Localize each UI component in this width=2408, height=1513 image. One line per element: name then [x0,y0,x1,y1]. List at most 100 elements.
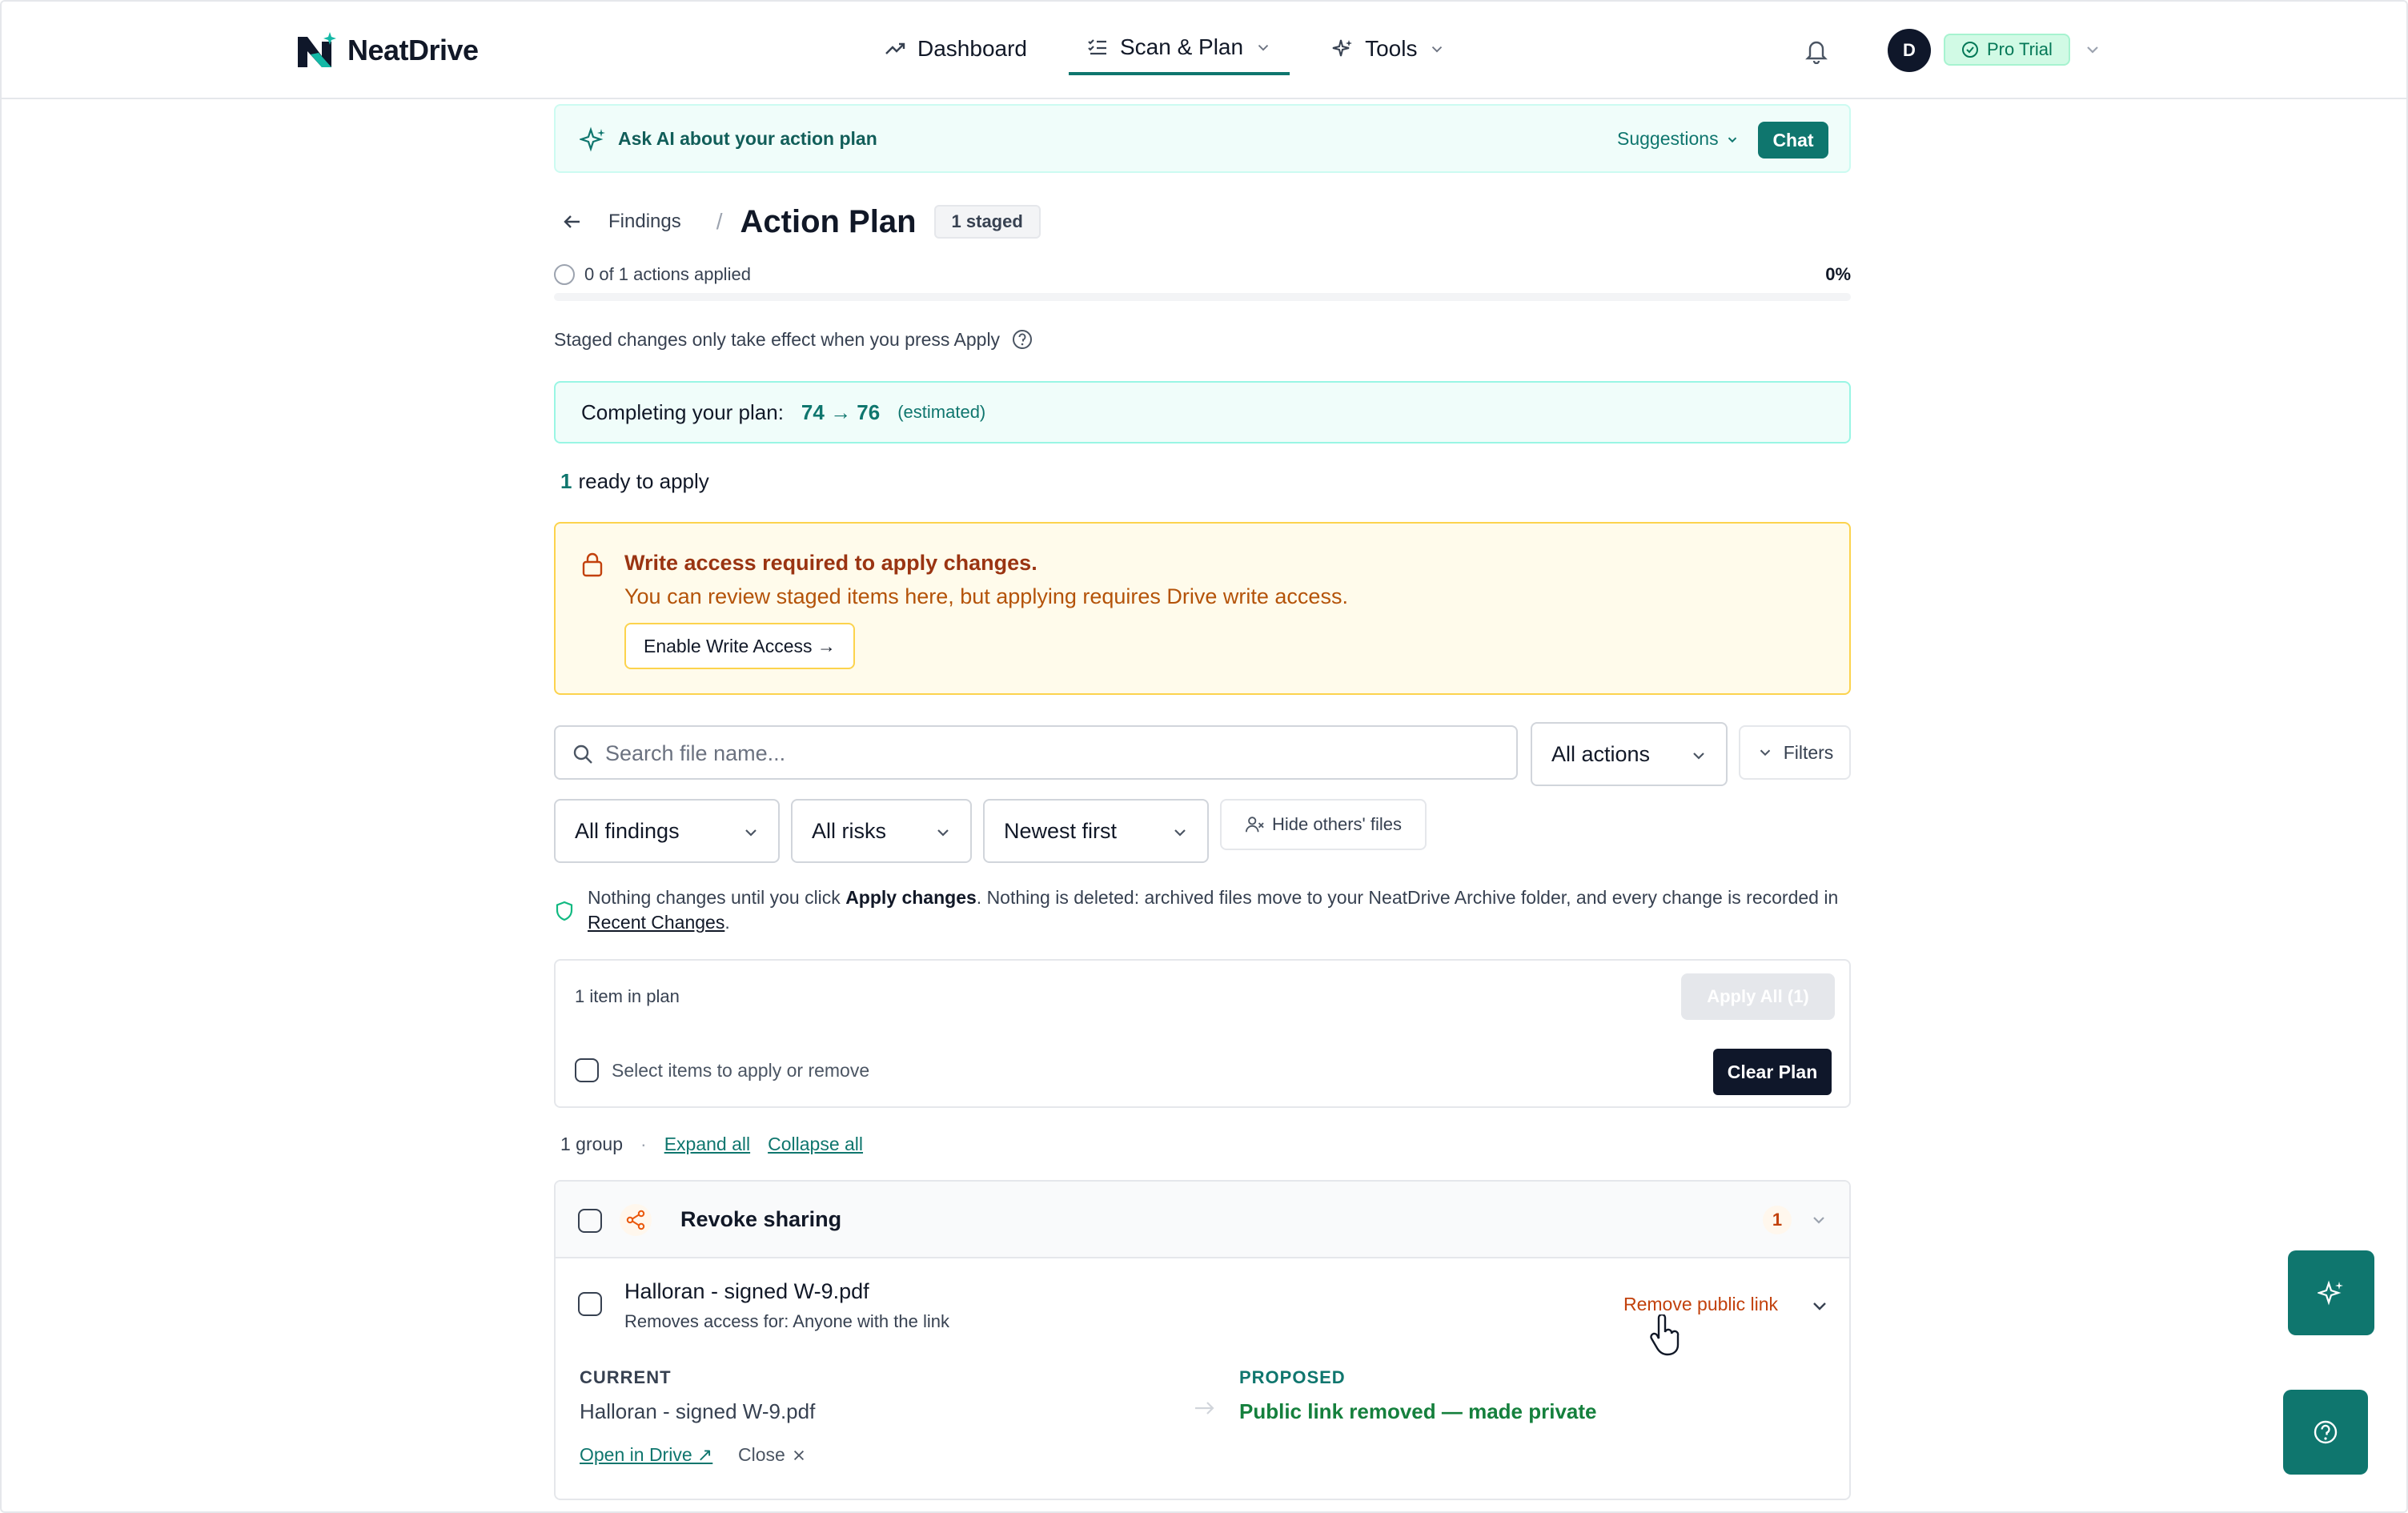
account-chevron-down-icon[interactable] [2083,40,2102,59]
findings-select-value: All findings [575,818,680,843]
enable-write-access-button[interactable]: Enable Write Access → [624,623,855,669]
item-description: Removes access for: Anyone with the link [624,1311,949,1331]
hide-others-label: Hide others' files [1272,814,1402,834]
findings-select[interactable]: All findings [554,799,780,863]
expand-all-link[interactable]: Expand all [664,1134,750,1155]
filters-label: Filters [1783,741,1834,763]
lock-icon [582,552,603,577]
ask-ai-label[interactable]: Ask AI about your action plan [618,128,877,150]
arrow-left-icon[interactable] [560,210,584,234]
recent-changes-link[interactable]: Recent Changes [588,912,724,933]
user-x-icon [1245,817,1264,833]
sort-select[interactable]: Newest first [983,799,1209,863]
shield-icon [556,901,573,921]
progress-percent: 0% [1825,264,1851,284]
hide-others-files-button[interactable]: Hide others' files [1220,799,1427,850]
ready-count: 1 [560,469,572,493]
filters-button[interactable]: Filters [1739,725,1851,780]
progress-circle-icon [554,264,575,285]
staged-note-text: Staged changes only take effect when you… [554,328,1001,350]
separator-dot: · [640,1134,647,1154]
actions-select-value: All actions [1551,741,1651,766]
warning-body: You can review staged items here, but ap… [624,584,1348,608]
chat-button[interactable]: Chat [1758,122,1828,159]
staged-note: Staged changes only take effect when you… [554,328,1033,351]
arrow-right-icon [1195,1402,1214,1415]
score-projection-note: (estimated) [897,402,986,422]
suggestions-label: Suggestions [1617,128,1719,149]
group-checkbox[interactable] [578,1209,602,1233]
remove-public-link-action[interactable]: Remove public link [1623,1294,1778,1315]
pro-trial-label: Pro Trial [1987,39,2053,59]
search-box [554,725,1518,780]
ready-to-apply: 1 ready to apply [560,469,709,494]
search-input[interactable] [605,733,1502,773]
warning-title: Write access required to apply changes. [624,551,1037,575]
select-all-checkbox[interactable] [575,1058,599,1082]
current-header: CURRENT [580,1367,672,1387]
plan-toolbar: 1 item in plan Apply All (1) Select item… [554,959,1851,1108]
groups-controls: 1 group · Expand all Collapse all [560,1134,863,1155]
select-items-label: Select items to apply or remove [612,1060,870,1081]
chevron-down-icon [1258,44,1269,51]
ready-label: ready to apply [578,469,709,493]
safety-info-part3: . [724,912,730,933]
search-icon [573,744,592,764]
neatdrive-logo-icon [298,32,336,67]
group-count-badge: 1 [1763,1206,1792,1234]
plan-item-count: 1 item in plan [575,986,680,1006]
close-icon [793,1450,804,1460]
risks-select-value: All risks [812,818,886,843]
group-header[interactable]: Revoke sharing 1 [556,1182,1849,1258]
chevron-down-icon [745,829,757,837]
safety-info-bold: Apply changes [845,887,977,908]
write-access-warning: Write access required to apply changes. … [554,522,1851,695]
pro-trial-badge[interactable]: Pro Trial [1944,34,2070,66]
chevron-down-icon [1693,752,1704,760]
score-projection-label: Completing your plan: [581,399,784,424]
close-label: Close [738,1444,785,1465]
breadcrumb-separator: / [716,209,723,234]
actions-select[interactable]: All actions [1531,722,1728,786]
apply-all-button[interactable]: Apply All (1) [1681,973,1835,1020]
nav-dashboard[interactable]: Dashboard [866,22,1045,75]
safety-info-text: Nothing changes until you click Apply ch… [588,885,1844,935]
suggestions-dropdown[interactable]: Suggestions [1617,128,1740,150]
hand-pointer-cursor-icon [1650,1314,1680,1356]
app-window: NeatDrive Dashboard Scan & Plan Tools D … [0,0,2408,1513]
notifications-bell-icon[interactable] [1803,37,1830,64]
brand-logo[interactable]: NeatDrive [295,30,479,70]
help-fab[interactable] [2283,1390,2368,1475]
safety-info-part1: Nothing changes until you click [588,887,846,908]
group-title: Revoke sharing [680,1207,842,1231]
current-value: Halloran - signed W-9.pdf [580,1399,816,1423]
check-circle-icon [1962,42,1978,58]
breadcrumb-findings-link[interactable]: Findings [608,211,681,233]
staged-badge: 1 staged [933,205,1041,239]
user-avatar[interactable]: D [1888,29,1931,72]
risks-select[interactable]: All risks [791,799,972,863]
sort-select-value: Newest first [1004,818,1118,843]
open-in-drive-link[interactable]: Open in Drive ↗ [580,1444,712,1466]
nav-scan-plan-label: Scan & Plan [1119,34,1244,59]
nav-dashboard-label: Dashboard [917,36,1027,61]
chevron-down-icon[interactable] [1809,1295,1830,1316]
main-nav: Dashboard Scan & Plan Tools [866,22,1463,75]
score-projection-banner: Completing your plan: 74 → 76 (estimated… [554,381,1851,443]
clear-plan-button[interactable]: Clear Plan [1713,1049,1832,1095]
close-details-button[interactable]: Close [738,1444,806,1466]
ai-assistant-fab[interactable] [2288,1250,2374,1335]
chevron-down-icon [1760,749,1770,756]
sparkle-icon [1332,39,1353,57]
collapse-all-link[interactable]: Collapse all [768,1134,863,1155]
nav-tools[interactable]: Tools [1314,22,1463,75]
chevron-down-icon[interactable] [1809,1210,1828,1230]
chevron-down-icon [937,829,949,837]
trend-icon [885,42,905,54]
help-circle-icon[interactable] [1011,328,1033,351]
item-file-name: Halloran - signed W-9.pdf [624,1279,869,1303]
nav-scan-plan[interactable]: Scan & Plan [1068,22,1290,75]
score-projection-value: 74 → 76 [801,399,881,424]
item-checkbox[interactable] [578,1292,602,1316]
sparkle-icon [580,126,605,152]
